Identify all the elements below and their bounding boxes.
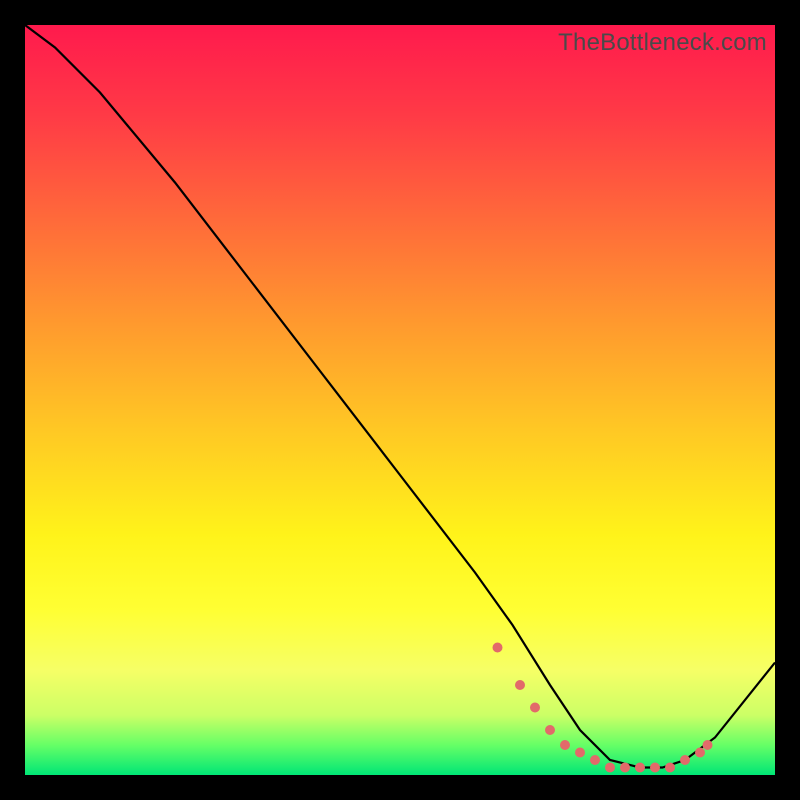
marker-dot	[530, 703, 540, 713]
marker-dot	[703, 740, 713, 750]
marker-dot	[545, 725, 555, 735]
marker-dot	[650, 763, 660, 773]
marker-dot	[560, 740, 570, 750]
marker-dot	[665, 763, 675, 773]
marker-dot	[493, 643, 503, 653]
marker-dot	[590, 755, 600, 765]
marker-dot	[635, 763, 645, 773]
marker-dot	[605, 763, 615, 773]
curve-line	[25, 25, 775, 768]
marker-dot	[620, 763, 630, 773]
marker-dot	[575, 748, 585, 758]
marker-dot	[680, 755, 690, 765]
chart-svg	[25, 25, 775, 775]
chart-frame: TheBottleneck.com	[0, 0, 800, 800]
marker-dot	[515, 680, 525, 690]
plot-area: TheBottleneck.com	[25, 25, 775, 775]
marker-dot	[695, 748, 705, 758]
